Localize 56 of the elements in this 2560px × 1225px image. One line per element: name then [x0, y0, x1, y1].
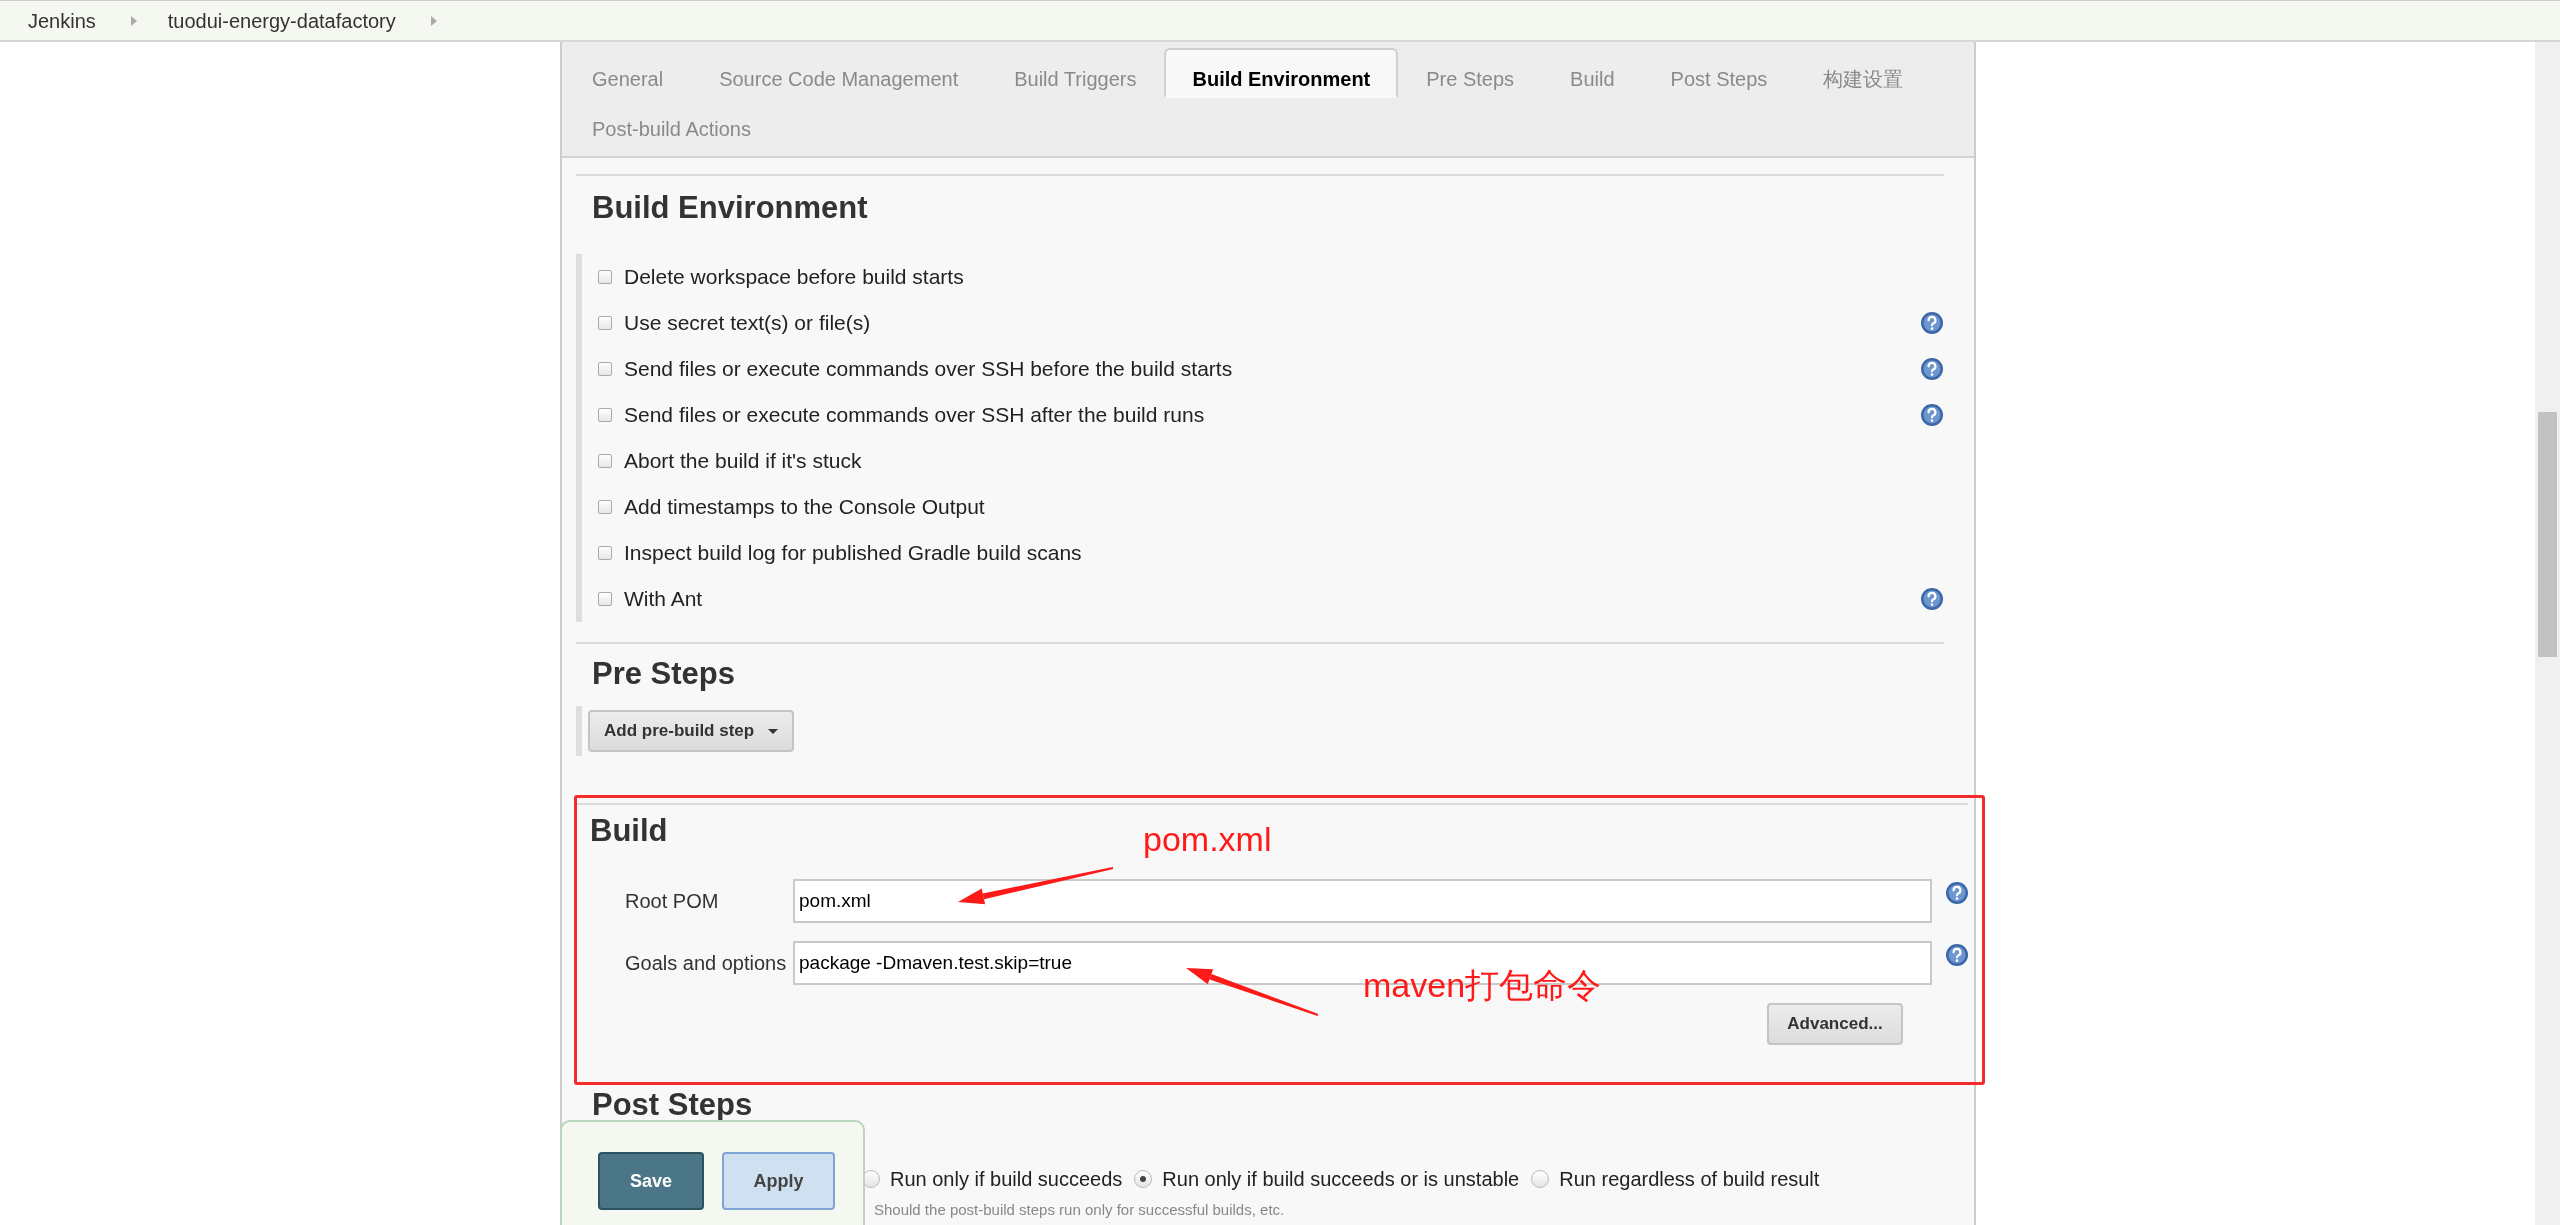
- tab[interactable]: Post-build Actions: [564, 98, 779, 148]
- caret-icon: [768, 728, 779, 734]
- help-icon[interactable]: [1945, 881, 1969, 905]
- tab[interactable]: Pre Steps: [1398, 48, 1543, 98]
- tab[interactable]: General: [564, 48, 692, 98]
- radio-button[interactable]: [1531, 1170, 1550, 1188]
- tab[interactable]: 构建设置: [1795, 48, 1932, 98]
- checkbox-label: Add timestamps to the Console Output: [624, 494, 985, 521]
- scrollbar-thumb[interactable]: [2538, 412, 2557, 657]
- add-pre-build-step-button[interactable]: Add pre-build step: [588, 710, 795, 752]
- checkbox-label: Delete workspace before build starts: [624, 264, 964, 291]
- checkbox-label: Send files or execute commands over SSH after the build runs: [624, 402, 1205, 429]
- checkbox-label: With Ant: [624, 586, 703, 613]
- help-icon[interactable]: [1920, 357, 1944, 381]
- tab[interactable]: Build Environment: [1164, 48, 1399, 98]
- tab[interactable]: Source Code Management: [691, 48, 987, 98]
- radio-label: Run regardless of build result: [1559, 1167, 1820, 1192]
- radio-label: Run only if build succeeds or is unstable: [1162, 1167, 1520, 1192]
- section-heading: Pre Steps: [592, 655, 735, 693]
- help-icon[interactable]: [1945, 943, 1969, 967]
- apply-button[interactable]: Apply: [722, 1152, 835, 1210]
- text-field[interactable]: pom.xml: [793, 879, 1932, 923]
- section-heading: Build Environment: [592, 189, 868, 227]
- checkbox[interactable]: [598, 592, 612, 606]
- scrollbar[interactable]: [2535, 42, 2560, 1225]
- checkbox-label: Inspect build log for published Gradle build scans: [624, 540, 1082, 567]
- help-icon[interactable]: [1920, 311, 1944, 335]
- save-button[interactable]: Save: [598, 1152, 704, 1210]
- checkbox-label: Use secret text(s) or file(s): [624, 310, 871, 337]
- tab[interactable]: Build: [1542, 48, 1643, 98]
- section-heading: Build: [590, 812, 668, 850]
- breadcrumb-link[interactable]: Jenkins: [28, 5, 96, 36]
- help-text: Should the post-build steps run only for successful builds, etc.: [874, 1201, 1285, 1218]
- help-icon[interactable]: [1920, 403, 1944, 427]
- checkbox[interactable]: [598, 316, 612, 330]
- annotation-text: pom.xml: [1143, 822, 1272, 856]
- checkbox-label: Abort the build if it's stuck: [624, 448, 862, 475]
- checkbox[interactable]: [598, 362, 612, 376]
- checkbox[interactable]: [598, 546, 612, 560]
- tab[interactable]: Post Steps: [1642, 48, 1796, 98]
- checkbox-label: Send files or execute commands over SSH before the build starts: [624, 356, 1233, 383]
- radio-button[interactable]: [1134, 1170, 1153, 1188]
- tab[interactable]: Build Triggers: [986, 48, 1165, 98]
- field-label: Root POM: [624, 889, 720, 914]
- checkbox[interactable]: [598, 500, 612, 514]
- checkbox[interactable]: [598, 408, 612, 422]
- help-icon[interactable]: [1920, 587, 1944, 611]
- radio-label: Run only if build succeeds: [890, 1167, 1123, 1192]
- chevron-icon: [429, 14, 438, 27]
- advanced-button[interactable]: Advanced...: [1767, 1003, 1903, 1045]
- checkbox[interactable]: [598, 270, 612, 284]
- breadcrumb-link[interactable]: tuodui-energy-datafactory: [167, 5, 396, 36]
- field-label: Goals and options: [624, 951, 788, 976]
- chevron-icon: [129, 14, 138, 27]
- section-heading: Post Steps: [592, 1086, 753, 1124]
- checkbox[interactable]: [598, 454, 612, 468]
